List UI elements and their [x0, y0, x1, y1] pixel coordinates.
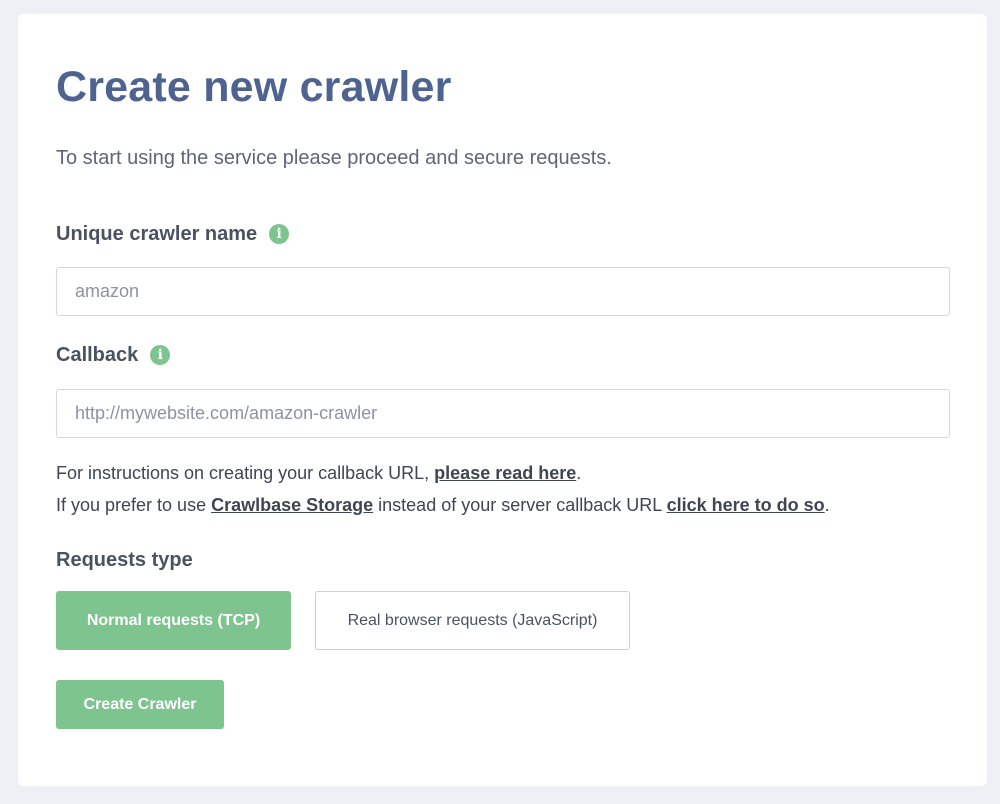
real-browser-requests-button[interactable]: Real browser requests (JavaScript)	[315, 591, 630, 650]
crawler-name-label: Unique crawler name	[56, 223, 258, 245]
storage-option-text: If you prefer to use Crawlbase Storage i…	[56, 494, 830, 516]
create-crawler-card: Create new crawler To start using the se…	[18, 14, 987, 786]
create-crawler-button[interactable]: Create Crawler	[56, 680, 224, 729]
help-line1-prefix: For instructions on creating your callba…	[56, 463, 435, 483]
help-line2-suffix: .	[824, 495, 830, 515]
callback-label: Callback	[56, 344, 139, 366]
normal-requests-button[interactable]: Normal requests (TCP)	[56, 591, 291, 650]
click-here-link[interactable]: click here to do so	[667, 495, 825, 515]
crawlbase-storage-link[interactable]: Crawlbase Storage	[211, 495, 373, 515]
help-line2-prefix: If you prefer to use	[56, 495, 212, 515]
help-line2-middle: instead of your server callback URL	[373, 495, 667, 515]
callback-url-input[interactable]	[56, 389, 950, 438]
crawler-name-input[interactable]	[56, 267, 950, 316]
page-title: Create new crawler	[56, 63, 452, 111]
callback-label-row: Callback i	[56, 343, 171, 367]
info-icon[interactable]: i	[150, 345, 171, 365]
info-icon[interactable]: i	[269, 224, 290, 244]
callback-instructions-text: For instructions on creating your callba…	[56, 462, 581, 484]
please-read-here-link[interactable]: please read here	[434, 463, 576, 483]
crawler-name-label-row: Unique crawler name i	[56, 222, 290, 246]
requests-type-label: Requests type	[56, 549, 193, 571]
help-line1-suffix: .	[576, 463, 582, 483]
intro-text: To start using the service please procee…	[56, 147, 612, 169]
